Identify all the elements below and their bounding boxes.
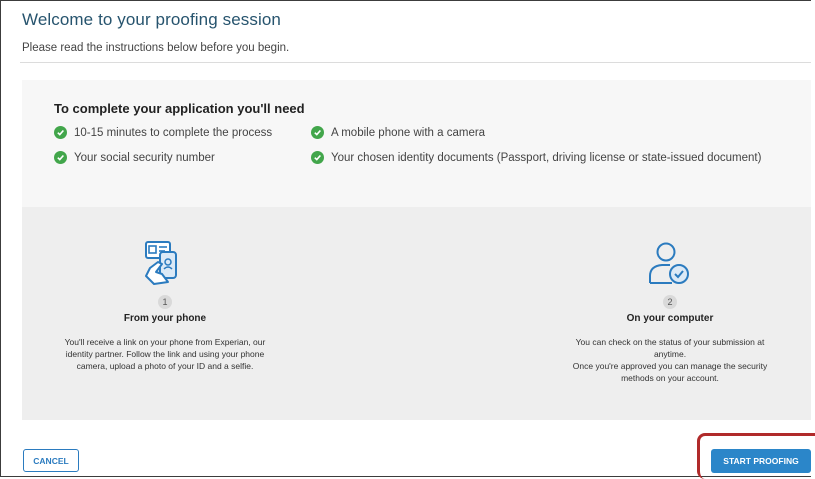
check-icon xyxy=(311,151,324,164)
requirement-label: A mobile phone with a camera xyxy=(331,126,486,139)
requirement-item: Your chosen identity documents (Passport… xyxy=(311,151,761,164)
requirements-panel xyxy=(22,80,811,207)
page-title: Welcome to your proofing session xyxy=(22,10,281,29)
requirement-label: Your social security number xyxy=(74,151,215,164)
phone-id-icon xyxy=(140,238,190,293)
check-icon xyxy=(54,151,67,164)
step-from-phone: 1 From your phone You'll receive a link … xyxy=(50,295,280,372)
requirement-label: Your chosen identity documents (Passport… xyxy=(331,151,762,164)
page-subtitle: Please read the instructions below befor… xyxy=(22,42,290,54)
requirement-item: 10-15 minutes to complete the process xyxy=(54,126,272,139)
step-on-computer: 2 On your computer You can check on the … xyxy=(555,295,785,384)
step-description-line: You can check on the status of your subm… xyxy=(575,337,765,359)
start-proofing-button[interactable]: START PROOFING xyxy=(711,449,811,473)
requirements-heading: To complete your application you'll need xyxy=(54,101,305,116)
step-description: You'll receive a link on your phone from… xyxy=(64,337,266,371)
step-description: You can check on the status of your subm… xyxy=(555,336,785,384)
check-icon xyxy=(311,126,324,139)
cancel-button[interactable]: CANCEL xyxy=(23,449,79,472)
step-title: From your phone xyxy=(123,313,207,324)
divider xyxy=(20,62,811,63)
requirement-label: 10-15 minutes to complete the process xyxy=(74,126,273,139)
user-check-icon xyxy=(646,240,696,293)
step-number: 2 xyxy=(663,295,677,309)
requirement-item: Your social security number xyxy=(54,151,215,164)
step-description-line: Once you're approved you can manage the … xyxy=(572,361,768,383)
check-icon xyxy=(54,126,67,139)
requirement-item: A mobile phone with a camera xyxy=(311,126,485,139)
step-number: 1 xyxy=(158,295,172,309)
step-title: On your computer xyxy=(626,313,714,324)
